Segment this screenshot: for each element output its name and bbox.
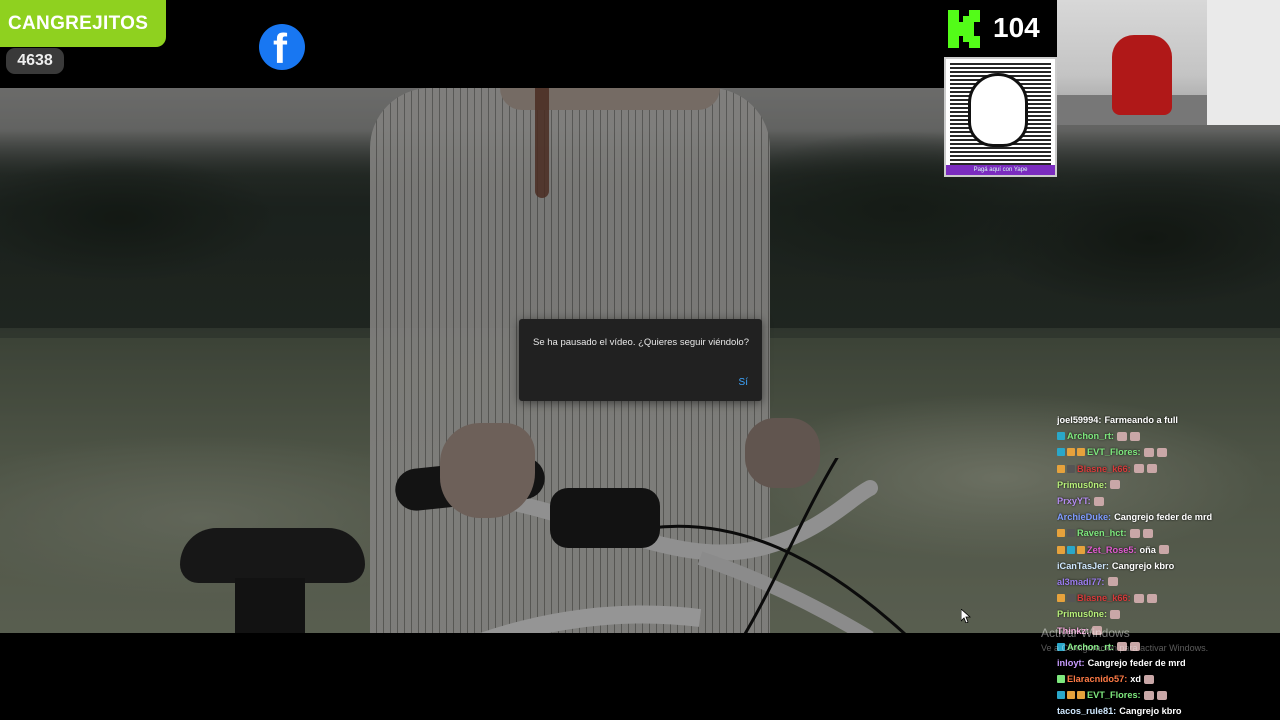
- chat-message: tacos_rule81: Cangrejo kbro: [1057, 703, 1280, 719]
- chat-panel: joel59994: Farmeando a full Archon_rt: EVT_…: [1057, 412, 1280, 720]
- chat-emote-icon: [1156, 690, 1167, 700]
- qr-caption: Pagá aquí con Yape: [946, 165, 1055, 175]
- chat-emote-icon: [1143, 447, 1154, 457]
- chat-emote-icon: [1133, 464, 1144, 474]
- chat-badge-icon: [1057, 529, 1065, 538]
- chat-username[interactable]: Archon_rt:: [1067, 431, 1114, 441]
- chat-badge-icon: [1057, 675, 1065, 684]
- chat-badge-icon: [1057, 691, 1065, 700]
- stream-screen: Se ha pausado el vídeo. ¿Quieres seguir …: [0, 0, 1280, 720]
- webcam-wall: [1207, 0, 1280, 125]
- chat-text: Farmeando a full: [1104, 415, 1178, 426]
- chat-message: Primus0ne:: [1057, 606, 1280, 622]
- chat-badge-icon: [1067, 464, 1075, 473]
- chat-badge-icon: [1067, 691, 1075, 700]
- chat-username[interactable]: Elaracnido57:: [1067, 674, 1127, 684]
- chat-message: Raven_hct:: [1057, 525, 1280, 541]
- chat-message: Blasne_k66:: [1057, 590, 1280, 606]
- chat-username[interactable]: Blasne_k66:: [1077, 593, 1131, 603]
- chat-message: EVT_Flores:: [1057, 687, 1280, 703]
- chat-badge-icon: [1077, 691, 1085, 700]
- chat-username[interactable]: Zet_Rose5:: [1087, 545, 1137, 555]
- chat-text: Cangrejo kbro: [1119, 706, 1182, 717]
- chat-username[interactable]: Primus0ne:: [1057, 480, 1107, 490]
- chat-username[interactable]: al3madi77:: [1057, 577, 1105, 587]
- pause-dialog: Se ha pausado el vídeo. ¿Quieres seguir …: [519, 319, 762, 401]
- chat-badge-icon: [1067, 594, 1075, 603]
- viewer-count: 4638: [6, 48, 64, 74]
- chat-badge-icon: [1077, 448, 1085, 457]
- chat-message: Blasne_k66:: [1057, 461, 1280, 477]
- chat-username[interactable]: tacos_rule81:: [1057, 706, 1116, 716]
- pause-dialog-message: Se ha pausado el vídeo. ¿Quieres seguir …: [533, 337, 749, 348]
- chat-text: Cangrejo feder de mrd: [1087, 657, 1186, 668]
- chat-message: ArchieDuke: Cangrejo feder de mrd: [1057, 509, 1280, 525]
- chat-emote-icon: [1156, 447, 1167, 457]
- chat-username[interactable]: iCanTasJer:: [1057, 561, 1109, 571]
- channel-badge: CANGREJITOS: [0, 0, 166, 47]
- chat-badge-icon: [1057, 594, 1065, 603]
- chat-message: Primus0ne:: [1057, 477, 1280, 493]
- qr-portrait: [968, 73, 1028, 147]
- facebook-icon: f: [259, 24, 305, 72]
- yape-qr-code: Pagá aquí con Yape: [944, 57, 1057, 177]
- chat-emote-icon: [1142, 528, 1153, 538]
- chat-username[interactable]: Raven_hct:: [1077, 528, 1127, 538]
- chat-message: iCanTasJer: Cangrejo kbro: [1057, 558, 1280, 574]
- chat-message: Archon_rt:: [1057, 428, 1280, 444]
- chat-emote-icon: [1129, 528, 1140, 538]
- chat-emote-icon: [1144, 674, 1154, 684]
- mouse-cursor-icon: [961, 609, 971, 623]
- chat-text: Cangrejo kbro: [1111, 560, 1175, 571]
- kick-follower-count: 104: [993, 12, 1040, 43]
- chat-emote-icon: [1129, 431, 1140, 441]
- chat-message: al3madi77:: [1057, 574, 1280, 590]
- chat-text: oña: [1139, 544, 1156, 555]
- chat-username[interactable]: EVT_Flores:: [1087, 447, 1141, 457]
- chat-username[interactable]: inloyt:: [1057, 658, 1085, 668]
- chat-emote-icon: [1110, 480, 1121, 490]
- chat-badge-icon: [1057, 448, 1065, 457]
- chat-username[interactable]: Blasne_k66:: [1077, 464, 1131, 474]
- chat-emote-icon: [1158, 545, 1169, 555]
- chat-username[interactable]: EVT_Flores:: [1087, 690, 1141, 700]
- chat-emote-icon: [1110, 609, 1121, 619]
- chat-emote-icon: [1143, 690, 1154, 700]
- chat-emote-icon: [1133, 593, 1144, 603]
- chat-username[interactable]: ArchieDuke:: [1057, 512, 1111, 522]
- chat-text: xd: [1130, 674, 1141, 685]
- chat-emote-icon: [1093, 496, 1104, 506]
- chat-message: joel59994: Farmeando a full: [1057, 412, 1280, 428]
- chat-badge-icon: [1057, 545, 1065, 554]
- webcam-feed: [1057, 0, 1280, 125]
- chat-message: Zet_Rose5: oña: [1057, 542, 1280, 558]
- chat-username[interactable]: joel59994:: [1057, 415, 1101, 425]
- chat-message: PrxyYT:: [1057, 493, 1280, 509]
- chat-username[interactable]: Primus0ne:: [1057, 609, 1107, 619]
- chat-message: EVT_Flores:: [1057, 444, 1280, 460]
- chat-badge-icon: [1067, 448, 1075, 457]
- webcam-gaming-chair: [1112, 35, 1172, 115]
- chat-badge-icon: [1067, 529, 1075, 538]
- chat-username[interactable]: PrxyYT:: [1057, 496, 1091, 506]
- windows-activation-subtitle: Ve a Configuración para activar Windows.: [1041, 643, 1209, 653]
- chat-badge-icon: [1067, 545, 1075, 554]
- windows-activation-title: Activar Windows: [1041, 626, 1130, 640]
- chat-emote-icon: [1107, 577, 1118, 587]
- chat-badge-icon: [1057, 464, 1065, 473]
- chat-message: inloyt: Cangrejo feder de mrd: [1057, 655, 1280, 671]
- chat-text: Cangrejo feder de mrd: [1114, 512, 1213, 523]
- chat-badge-icon: [1057, 432, 1065, 441]
- chat-emote-icon: [1116, 431, 1127, 441]
- continue-watching-button[interactable]: Sí: [739, 377, 748, 388]
- kick-logo-icon: [948, 10, 980, 48]
- chat-badge-icon: [1077, 545, 1085, 554]
- chat-emote-icon: [1146, 593, 1157, 603]
- chat-emote-icon: [1146, 464, 1157, 474]
- chat-message: Elaracnido57: xd: [1057, 671, 1280, 687]
